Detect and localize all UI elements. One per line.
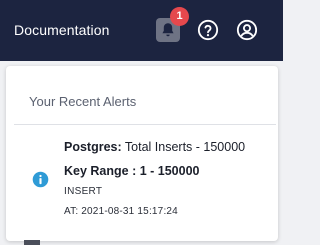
info-icon bbox=[32, 171, 49, 188]
divider bbox=[14, 124, 276, 125]
background-element bbox=[24, 240, 40, 245]
documentation-link[interactable]: Documentation bbox=[14, 22, 109, 38]
alert-timestamp: AT: 2021-08-31 15:17:24 bbox=[64, 206, 178, 217]
alert-key-range: Key Range : 1 - 150000 bbox=[64, 164, 200, 178]
alert-summary[interactable]: Postgres: Total Inserts - 150000 bbox=[64, 140, 245, 154]
top-navigation-bar: Documentation 1 bbox=[0, 0, 283, 61]
notification-count-badge: 1 bbox=[170, 7, 189, 26]
alert-operation: INSERT bbox=[64, 186, 103, 197]
help-circle-icon[interactable] bbox=[197, 19, 219, 41]
alert-source: Postgres: bbox=[64, 140, 122, 154]
alerts-panel-title: Your Recent Alerts bbox=[29, 94, 137, 109]
user-circle-icon[interactable] bbox=[236, 19, 258, 41]
alerts-dropdown: Your Recent Alerts Postgres: Total Inser… bbox=[6, 66, 278, 241]
alert-summary-text: Total Inserts - 150000 bbox=[121, 140, 246, 154]
